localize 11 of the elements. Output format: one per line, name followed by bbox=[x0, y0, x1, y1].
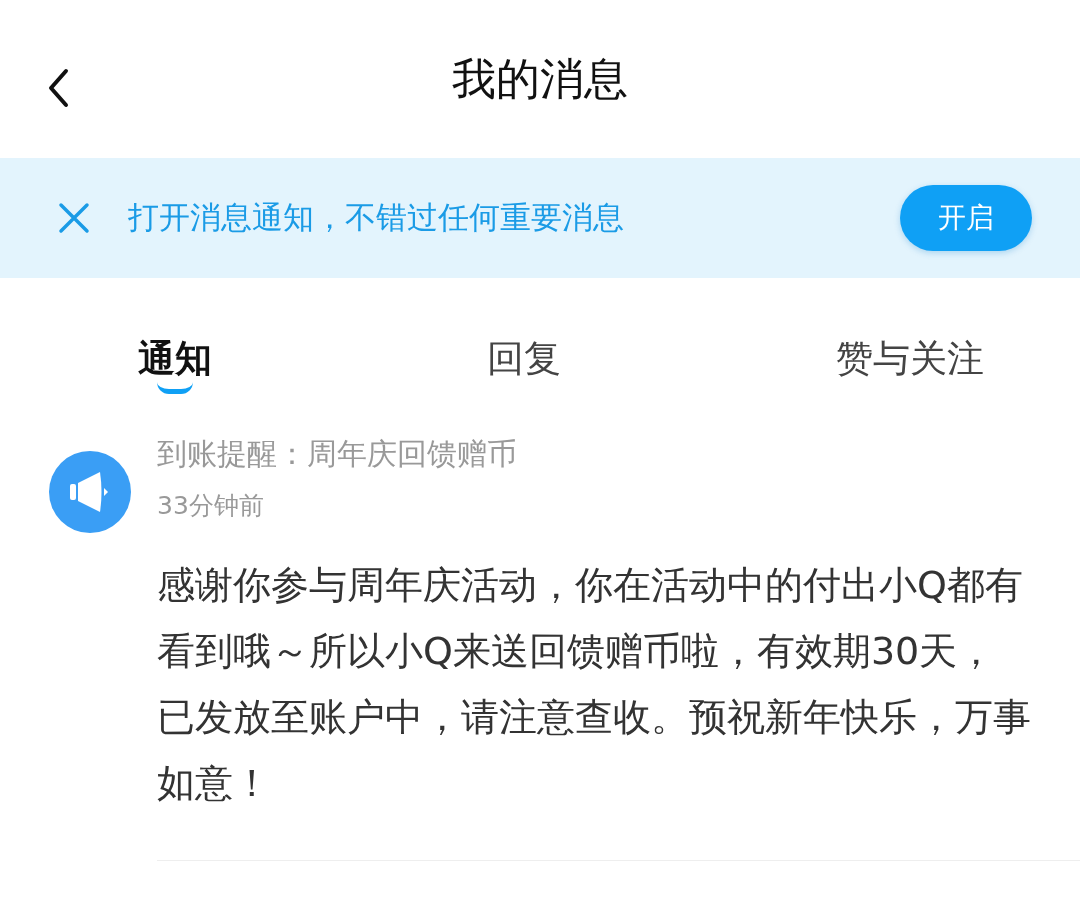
tab[interactable]: 赞与关注 bbox=[836, 278, 984, 400]
close-icon[interactable] bbox=[58, 202, 90, 234]
message-time: 33分钟前 bbox=[157, 490, 264, 522]
tab[interactable]: 通知 bbox=[138, 278, 212, 400]
message-body: 感谢你参与周年庆活动，你在活动中的付出小Q都有看到哦～所以小Q来送回馈赠币啦，有效期30天，已发放至账户中，请注意查收。预祝新年快乐，万事如意！ bbox=[157, 562, 1032, 807]
tab[interactable]: 回复 bbox=[487, 278, 561, 400]
banner-text: 打开消息通知，不错过任何重要消息 bbox=[128, 198, 625, 237]
megaphone-icon bbox=[48, 450, 132, 534]
message-title: 到账提醒：周年庆回馈赠币 bbox=[157, 435, 517, 473]
page-title: 我的消息 bbox=[452, 51, 628, 106]
back-icon[interactable] bbox=[46, 66, 70, 110]
